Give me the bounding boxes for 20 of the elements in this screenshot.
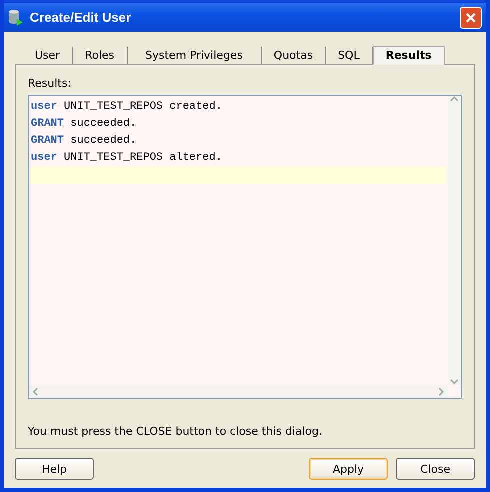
- horizontal-scrollbar[interactable]: [29, 385, 448, 398]
- instruction-text: You must press the CLOSE button to close this dialog.: [28, 425, 324, 438]
- dialog-button[interactable]: Help: [15, 458, 94, 480]
- output-line: GRANT succeeded.: [31, 117, 138, 132]
- output-line: user UNIT_TEST_REPOS created.: [31, 100, 224, 115]
- scroll-right-icon[interactable]: [438, 387, 444, 396]
- close-icon[interactable]: [460, 6, 482, 28]
- dialog-button[interactable]: Apply: [309, 458, 388, 480]
- scroll-left-icon[interactable]: [32, 387, 38, 396]
- window-title: Create/Edit User: [30, 10, 132, 25]
- scroll-down-icon[interactable]: [450, 379, 459, 385]
- dialog-button[interactable]: Close: [396, 458, 475, 480]
- database-icon: [8, 8, 24, 26]
- tab[interactable]: Results: [372, 46, 445, 65]
- results-text-area[interactable]: user UNIT_TEST_REPOS created. GRANT succeeded. GRANT succeeded. user UNIT_TEST_REPOS altered.: [28, 95, 462, 399]
- output-line: GRANT succeeded.: [31, 134, 138, 149]
- output-line: user UNIT_TEST_REPOS altered.: [31, 151, 224, 166]
- results-label: Results:: [28, 77, 72, 90]
- vertical-scrollbar[interactable]: [448, 96, 461, 385]
- scroll-up-icon[interactable]: [450, 96, 459, 102]
